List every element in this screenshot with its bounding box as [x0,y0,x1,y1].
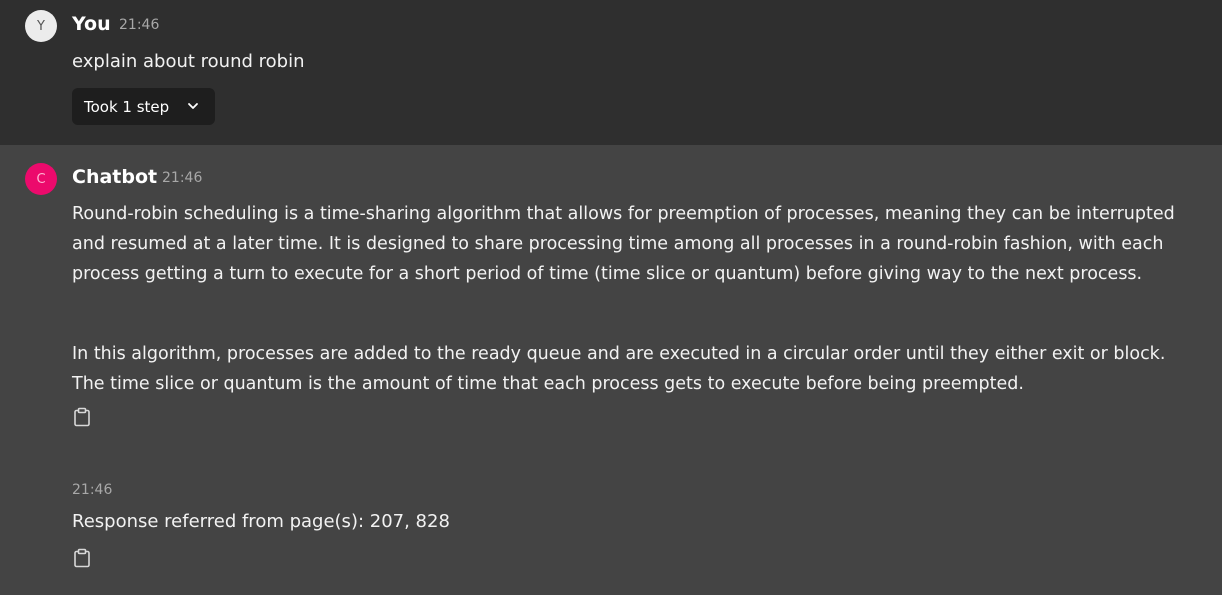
chevron-down-icon [188,103,198,109]
clipboard-icon[interactable] [73,548,91,568]
took-steps-label: Took 1 step [84,97,170,116]
clipboard-icon[interactable] [73,407,91,427]
user-message: Y You 21:46 explain about round robin To… [0,0,1222,145]
reference-text: Response referred from page(s): 207, 828 [72,511,450,532]
user-author-name: You [72,13,111,35]
user-message-time: 21:46 [119,17,160,33]
user-avatar: Y [25,10,57,42]
bot-message: C Chatbot 21:46 Round-robin scheduling i… [0,145,1222,595]
user-avatar-letter: Y [37,18,45,34]
user-message-text: explain about round robin [72,51,305,72]
bot-author-name: Chatbot [72,166,158,188]
took-steps-button[interactable]: Took 1 step [72,88,215,125]
bot-paragraph: In this algorithm, processes are added t… [72,344,1166,394]
bot-avatar-letter: C [36,171,46,187]
reference-time: 21:46 [72,482,113,498]
bot-paragraph: Round-robin scheduling is a time-sharing… [72,204,1175,284]
bot-avatar: C [25,163,57,195]
bot-message-time: 21:46 [162,170,203,186]
